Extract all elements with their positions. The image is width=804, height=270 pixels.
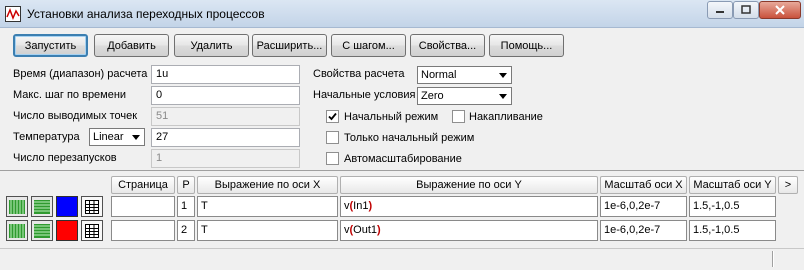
row-x-expression-cell[interactable]: T [197,220,338,241]
header-more[interactable]: > [778,176,798,194]
y-close-paren: ) [368,200,373,212]
maximize-icon [741,5,751,14]
time-range-field[interactable]: 1u [151,65,300,84]
row-page-cell[interactable] [111,220,175,241]
row-x-scale-cell[interactable]: 1e-6,0,2e-7 [600,220,687,241]
maximize-button[interactable] [733,1,759,19]
temperature-mode-value: Linear [93,131,124,143]
y-arg: Out1 [353,224,378,236]
minimize-icon [716,11,724,13]
chevron-down-icon [495,88,511,104]
max-step-field[interactable]: 0 [151,86,300,105]
time-range-label: Время (диапазон) расчета [13,68,148,80]
points-label: Число выводимых точек [13,110,138,122]
chevron-down-icon [495,67,511,83]
table-grid-icon[interactable] [81,220,103,241]
accumulate-checkbox[interactable] [452,110,465,123]
header-y-expression[interactable]: Выражение по оси Y [340,176,598,194]
header-x-scale[interactable]: Масштаб оси X [600,176,687,194]
title-bar[interactable]: Установки анализа переходных процессов [0,0,804,28]
row-x-expression-cell[interactable]: T [197,196,338,217]
accumulate-label: Накапливание [469,111,543,123]
horizontal-grid-icon[interactable] [31,196,53,217]
window-title: Установки анализа переходных процессов [27,7,265,21]
temperature-label: Температура [13,131,80,143]
chevron-down-icon [128,129,144,145]
run-button[interactable]: Запустить [13,34,88,57]
status-bar [0,248,804,270]
row-y-expression-cell[interactable]: v(Out1) [340,220,598,241]
restarts-label: Число перезапусков [13,152,117,164]
calc-props-value: Normal [421,69,457,81]
table-grid-icon[interactable] [81,196,103,217]
points-field: 51 [151,107,300,126]
horizontal-grid-icon[interactable] [31,220,53,241]
autoscale-checkbox[interactable] [326,152,339,165]
row-p-cell[interactable]: 1 [177,196,195,217]
y-close-paren: ) [377,224,381,236]
calc-props-label: Свойства расчета [313,68,405,80]
header-y-scale[interactable]: Масштаб оси Y [689,176,776,194]
step-button[interactable]: С шагом... [331,34,406,57]
max-step-label: Макс. шаг по времени [13,89,127,101]
header-p[interactable]: P [177,176,195,194]
checkmark-icon [328,112,337,121]
expand-button[interactable]: Расширить... [252,34,327,57]
minimize-button[interactable] [707,1,733,19]
row-color-swatch[interactable] [56,220,78,241]
row-page-cell[interactable] [111,196,175,217]
row-color-swatch[interactable] [56,196,78,217]
header-x-expression[interactable]: Выражение по оси X [197,176,338,194]
vertical-grid-icon[interactable] [6,196,28,217]
initial-cond-select[interactable]: Zero [417,87,512,105]
initial-cond-label: Начальные условия [313,89,416,101]
help-button[interactable]: Помощь... [489,34,564,57]
temperature-mode-select[interactable]: Linear [89,128,145,146]
properties-button[interactable]: Свойства... [410,34,485,57]
initial-mode-checkbox[interactable] [326,110,339,123]
row-y-scale-cell[interactable]: 1.5,-1,0.5 [689,220,776,241]
row-x-scale-cell[interactable]: 1e-6,0,2e-7 [600,196,687,217]
close-button[interactable] [759,1,801,19]
transient-analysis-window: Установки анализа переходных процессов З… [0,0,804,270]
y-arg: In1 [353,200,369,212]
add-button[interactable]: Добавить [94,34,169,57]
row-y-scale-cell[interactable]: 1.5,-1,0.5 [689,196,776,217]
vertical-grid-icon[interactable] [6,220,28,241]
autoscale-label: Автомасштабирование [344,153,462,165]
only-initial-label: Только начальный режим [344,132,475,144]
waveform-app-icon [5,6,21,22]
restarts-field: 1 [151,149,300,168]
initial-mode-label: Начальный режим [344,111,439,123]
delete-button[interactable]: Удалить [174,34,249,57]
row-p-cell[interactable]: 2 [177,220,195,241]
status-separator [772,251,774,267]
close-icon [775,5,785,15]
calc-props-select[interactable]: Normal [417,66,512,84]
only-initial-checkbox[interactable] [326,131,339,144]
row-y-expression-cell[interactable]: v(In1) [340,196,598,217]
initial-cond-value: Zero [421,90,444,102]
temperature-field[interactable]: 27 [151,128,300,147]
header-page[interactable]: Страница [111,176,175,194]
